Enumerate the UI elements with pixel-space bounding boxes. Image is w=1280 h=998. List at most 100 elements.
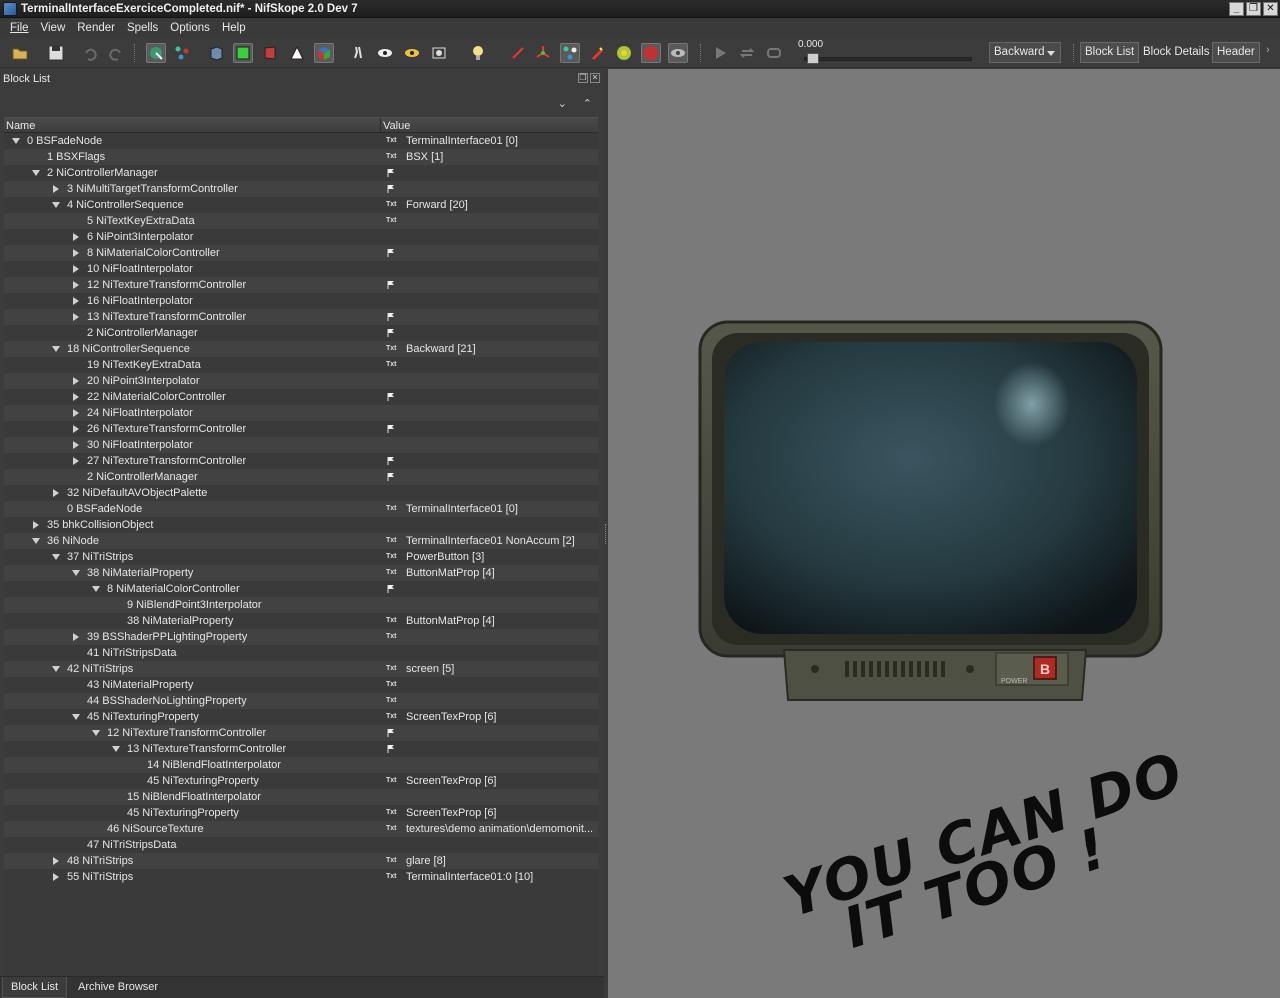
loop-icon[interactable] [737,43,757,63]
collapsed-arrow-icon[interactable] [53,489,59,497]
redo-icon[interactable] [106,43,126,63]
collapsed-arrow-icon[interactable] [73,297,79,305]
close-button[interactable]: ✕ [1263,1,1278,16]
tree-row[interactable]: 2 NiControllerManager [4,325,598,341]
toggle-header[interactable]: Header [1212,42,1260,63]
tree-row[interactable]: 18 NiControllerSequence Txt Backward [21] [4,341,598,357]
collapsed-arrow-icon[interactable] [73,377,79,385]
tree-row[interactable]: 55 NiTriStrips Txt TerminalInterface01:0 [… [4,869,598,885]
collapsed-arrow-icon[interactable] [73,233,79,241]
tree-row[interactable]: 4 NiControllerSequence Txt Forward [20] [4,197,598,213]
tree-row[interactable]: 44 BSShaderNoLightingProperty Txt [4,693,598,709]
expanded-arrow-icon[interactable] [92,586,100,592]
collapsed-arrow-icon[interactable] [73,441,79,449]
expanded-arrow-icon[interactable] [52,554,60,560]
collapsed-arrow-icon[interactable] [73,633,79,641]
tree-row[interactable]: 37 NiTriStrips Txt PowerButton [3] [4,549,598,565]
animation-select[interactable]: Backward [989,42,1061,63]
screenshot-icon[interactable] [429,43,449,63]
collapsed-arrow-icon[interactable] [73,425,79,433]
tree-row[interactable]: 30 NiFloatInterpolator [4,437,598,453]
view-front-icon[interactable] [233,43,253,63]
view-top-icon[interactable] [206,43,226,63]
tree-row[interactable]: 9 NiBlendPoint3Interpolator [4,597,598,613]
walk-mode-icon[interactable] [348,43,368,63]
tree-row[interactable]: 13 NiTextureTransformController [4,309,598,325]
tree-row[interactable]: 45 NiTexturingProperty Txt ScreenTexProp [… [4,773,598,789]
tree-row[interactable]: 43 NiMaterialProperty Txt [4,677,598,693]
tree-row[interactable]: 38 NiMaterialProperty Txt ButtonMatProp [4… [4,565,598,581]
tree-row[interactable]: 0 BSFadeNode Txt TerminalInterface01 [0] [4,133,598,149]
expanded-arrow-icon[interactable] [52,346,60,352]
tree-row[interactable]: 26 NiTextureTransformController [4,421,598,437]
collapse-all-icon[interactable]: ⌃ [583,97,592,110]
toggle-block-details[interactable]: Block Details [1139,42,1213,63]
expanded-arrow-icon[interactable] [52,666,60,672]
tree-row[interactable]: 8 NiMaterialColorController [4,581,598,597]
collapsed-arrow-icon[interactable] [73,457,79,465]
play-icon[interactable] [710,43,730,63]
tree-row[interactable]: 45 NiTexturingProperty Txt ScreenTexProp [… [4,709,598,725]
dock-float-icon[interactable]: ❐ [578,73,588,83]
tree-row[interactable]: 48 NiTriStrips Txt glare [8] [4,853,598,869]
menu-file[interactable]: File [4,22,35,34]
column-header-value[interactable]: Value [381,118,410,132]
toolbar-overflow-icon[interactable]: › [1266,44,1270,56]
view-side-icon[interactable] [260,43,280,63]
show-constraints-icon[interactable] [560,43,580,63]
tree-row[interactable]: 38 NiMaterialProperty Txt ButtonMatProp [4… [4,613,598,629]
tree-row[interactable]: 13 NiTextureTransformController [4,741,598,757]
menu-view[interactable]: View [35,22,72,34]
hide-icon[interactable] [668,43,688,63]
expanded-arrow-icon[interactable] [12,138,20,144]
collapsed-arrow-icon[interactable] [73,313,79,321]
collapsed-arrow-icon[interactable] [73,393,79,401]
open-file-icon[interactable] [10,43,30,63]
tree-row[interactable]: 46 NiSourceTexture Txt textures\demo anima… [4,821,598,837]
tree-row[interactable]: 39 BSShaderPPLightingProperty Txt [4,629,598,645]
tab-block-list[interactable]: Block List [2,977,68,998]
tree-row[interactable]: 32 NiDefaultAVObjectPalette [4,485,598,501]
tree-row[interactable]: 8 NiMaterialColorController [4,245,598,261]
tree-row[interactable]: 22 NiMaterialColorController [4,389,598,405]
dock-close-icon[interactable]: ✕ [590,73,600,83]
menu-help[interactable]: Help [216,22,252,34]
show-collision-icon[interactable] [614,43,634,63]
tree-row[interactable]: 16 NiFloatInterpolator [4,293,598,309]
splitter-grip[interactable] [605,524,607,544]
tree-row[interactable]: 42 NiTriStrips Txt screen [5] [4,661,598,677]
menu-options[interactable]: Options [164,22,216,34]
show-markers-icon[interactable] [587,43,607,63]
tab-archive-browser[interactable]: Archive Browser [70,977,166,998]
show-hidden-icon[interactable] [375,43,395,63]
tree-row[interactable]: 12 NiTextureTransformController [4,277,598,293]
view-perspective-icon[interactable] [314,43,334,63]
tree-row[interactable]: 1 BSXFlags Txt BSX [1] [4,149,598,165]
expanded-arrow-icon[interactable] [52,202,60,208]
tree-row[interactable]: 15 NiBlendFloatInterpolator [4,789,598,805]
collapsed-arrow-icon[interactable] [53,185,59,193]
lighting-icon[interactable] [468,43,488,63]
collapsed-arrow-icon[interactable] [73,409,79,417]
tree-row[interactable]: 36 NiNode Txt TerminalInterface01 NonAccum… [4,533,598,549]
tree-row[interactable]: 10 NiFloatInterpolator [4,261,598,277]
expanded-arrow-icon[interactable] [72,714,80,720]
expand-all-icon[interactable]: ⌄ [558,97,567,110]
render-viewport[interactable]: POWER B YOU CAN DO IT TOO ! [608,69,1280,998]
tree-row[interactable]: 27 NiTextureTransformController [4,453,598,469]
expanded-arrow-icon[interactable] [32,170,40,176]
column-header-name[interactable]: Name [4,118,381,132]
tree-row[interactable]: 41 NiTriStripsData [4,645,598,661]
collapsed-arrow-icon[interactable] [53,873,59,881]
show-havok-icon[interactable] [641,43,661,63]
tree-row[interactable]: 0 BSFadeNode Txt TerminalInterface01 [0] [4,501,598,517]
restore-button[interactable]: ❐ [1246,1,1261,16]
time-slider-handle[interactable] [807,53,819,64]
tree-row[interactable]: 24 NiFloatInterpolator [4,405,598,421]
show-nodes-icon[interactable] [402,43,422,63]
switch-icon[interactable] [764,43,784,63]
show-transform-icon[interactable] [533,43,553,63]
tree-row[interactable]: 2 NiControllerManager [4,165,598,181]
toggle-block-list[interactable]: Block List [1080,42,1140,63]
collapsed-arrow-icon[interactable] [33,521,39,529]
